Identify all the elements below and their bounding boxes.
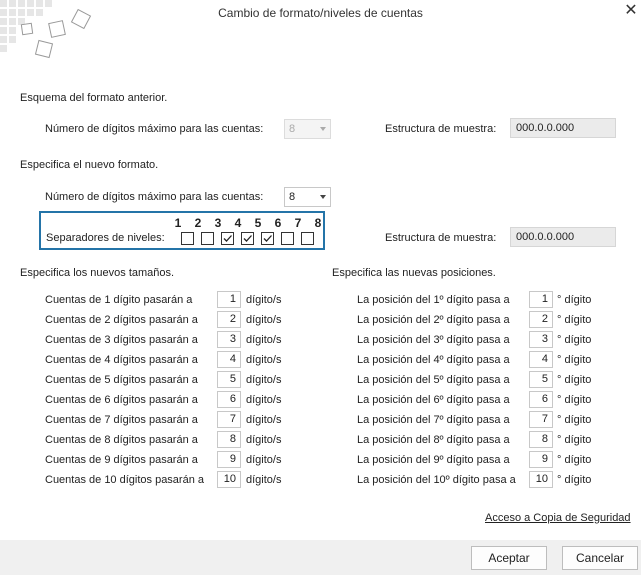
position-unit: ° dígito	[557, 374, 592, 386]
size-row-label: Cuentas de 5 dígitos pasarán a	[45, 374, 198, 386]
position-input[interactable]: 3	[529, 331, 553, 348]
size-input[interactable]: 7	[217, 411, 241, 428]
size-input[interactable]: 3	[217, 331, 241, 348]
size-unit: dígito/s	[246, 334, 282, 346]
separators-label: Separadores de niveles:	[46, 232, 165, 244]
position-input[interactable]: 6	[529, 391, 553, 408]
separator-number-6: 6	[274, 216, 282, 230]
position-unit: ° dígito	[557, 334, 592, 346]
size-row-label: Cuentas de 10 dígitos pasarán a	[45, 474, 205, 486]
position-unit: ° dígito	[557, 474, 592, 486]
position-unit: ° dígito	[557, 294, 592, 306]
size-row-label: Cuentas de 4 dígitos pasarán a	[45, 354, 198, 366]
previous-sample-label: Estructura de muestra:	[385, 123, 497, 135]
separator-checkbox-1[interactable]	[181, 232, 194, 245]
separator-number-2: 2	[194, 216, 202, 230]
position-input[interactable]: 1	[529, 291, 553, 308]
size-row-label: Cuentas de 9 dígitos pasarán a	[45, 454, 198, 466]
size-row-label: Cuentas de 2 dígitos pasarán a	[45, 314, 198, 326]
separator-checkbox-6[interactable]	[281, 232, 294, 245]
position-row-label: La posición del 1º dígito pasa a	[357, 294, 510, 306]
chevron-down-icon	[320, 127, 326, 131]
position-unit: ° dígito	[557, 314, 592, 326]
separator-number-5: 5	[254, 216, 262, 230]
separator-number-8: 8	[314, 216, 322, 230]
size-row-label: Cuentas de 6 dígitos pasarán a	[45, 394, 198, 406]
position-row-label: La posición del 10º dígito pasa a	[357, 474, 516, 486]
position-unit: ° dígito	[557, 434, 592, 446]
size-input[interactable]: 8	[217, 431, 241, 448]
size-unit: dígito/s	[246, 434, 282, 446]
position-unit: ° dígito	[557, 354, 592, 366]
positions-heading: Especifica las nuevas posiciones.	[332, 267, 496, 279]
position-input[interactable]: 8	[529, 431, 553, 448]
size-input[interactable]: 1	[217, 291, 241, 308]
backup-link[interactable]: Acceso a Copia de Seguridad	[485, 511, 631, 525]
size-row-label: Cuentas de 1 dígito pasarán a	[45, 294, 193, 306]
previous-max-digits-select: 8	[284, 119, 331, 139]
size-input[interactable]: 5	[217, 371, 241, 388]
size-row-label: Cuentas de 7 dígitos pasarán a	[45, 414, 198, 426]
size-unit: dígito/s	[246, 394, 282, 406]
previous-max-digits-label: Número de dígitos máximo para las cuenta…	[45, 123, 264, 135]
previous-sample-field: 000.0.0.000	[510, 118, 616, 138]
checkmark-icon	[223, 235, 232, 242]
separator-checkbox-3[interactable]	[221, 232, 234, 245]
separator-number-3: 3	[214, 216, 222, 230]
position-row-label: La posición del 4º dígito pasa a	[357, 354, 510, 366]
position-row-label: La posición del 3º dígito pasa a	[357, 334, 510, 346]
position-row-label: La posición del 9º dígito pasa a	[357, 454, 510, 466]
position-input[interactable]: 9	[529, 451, 553, 468]
position-unit: ° dígito	[557, 394, 592, 406]
position-input[interactable]: 7	[529, 411, 553, 428]
separator-checkbox-5[interactable]	[261, 232, 274, 245]
position-input[interactable]: 10	[529, 471, 553, 488]
size-unit: dígito/s	[246, 414, 282, 426]
separator-number-7: 7	[294, 216, 302, 230]
position-row-label: La posición del 8º dígito pasa a	[357, 434, 510, 446]
size-unit: dígito/s	[246, 374, 282, 386]
position-input[interactable]: 4	[529, 351, 553, 368]
position-input[interactable]: 2	[529, 311, 553, 328]
size-unit: dígito/s	[246, 294, 282, 306]
position-row-label: La posición del 6º dígito pasa a	[357, 394, 510, 406]
separator-number-1: 1	[174, 216, 182, 230]
new-format-heading: Especifica el nuevo formato.	[20, 159, 159, 171]
new-max-digits-select[interactable]: 8	[284, 187, 331, 207]
previous-format-heading: Esquema del formato anterior.	[20, 92, 168, 104]
size-input[interactable]: 2	[217, 311, 241, 328]
position-row-label: La posición del 2º dígito pasa a	[357, 314, 510, 326]
position-row-label: La posición del 7º dígito pasa a	[357, 414, 510, 426]
separator-number-4: 4	[234, 216, 242, 230]
size-unit: dígito/s	[246, 354, 282, 366]
close-icon[interactable]: ✕	[622, 2, 640, 20]
position-unit: ° dígito	[557, 454, 592, 466]
separator-checkbox-7[interactable]	[301, 232, 314, 245]
cancel-button[interactable]: Cancelar	[562, 546, 638, 570]
sizes-heading: Especifica los nuevos tamaños.	[20, 267, 175, 279]
position-row-label: La posición del 5º dígito pasa a	[357, 374, 510, 386]
size-input[interactable]: 6	[217, 391, 241, 408]
new-sample-label: Estructura de muestra:	[385, 232, 497, 244]
size-row-label: Cuentas de 3 dígitos pasarán a	[45, 334, 198, 346]
size-input[interactable]: 10	[217, 471, 241, 488]
checkmark-icon	[243, 235, 252, 242]
separator-checkbox-2[interactable]	[201, 232, 214, 245]
position-unit: ° dígito	[557, 414, 592, 426]
chevron-down-icon	[320, 195, 326, 199]
window-title: Cambio de formato/niveles de cuentas	[218, 6, 423, 20]
size-input[interactable]: 4	[217, 351, 241, 368]
size-input[interactable]: 9	[217, 451, 241, 468]
position-input[interactable]: 5	[529, 371, 553, 388]
checkmark-icon	[263, 235, 272, 242]
accept-button[interactable]: Aceptar	[471, 546, 547, 570]
size-row-label: Cuentas de 8 dígitos pasarán a	[45, 434, 198, 446]
size-unit: dígito/s	[246, 474, 282, 486]
size-unit: dígito/s	[246, 314, 282, 326]
separator-checkbox-4[interactable]	[241, 232, 254, 245]
size-unit: dígito/s	[246, 454, 282, 466]
new-sample-field: 000.0.0.000	[510, 227, 616, 247]
new-max-digits-label: Número de dígitos máximo para las cuenta…	[45, 191, 264, 203]
